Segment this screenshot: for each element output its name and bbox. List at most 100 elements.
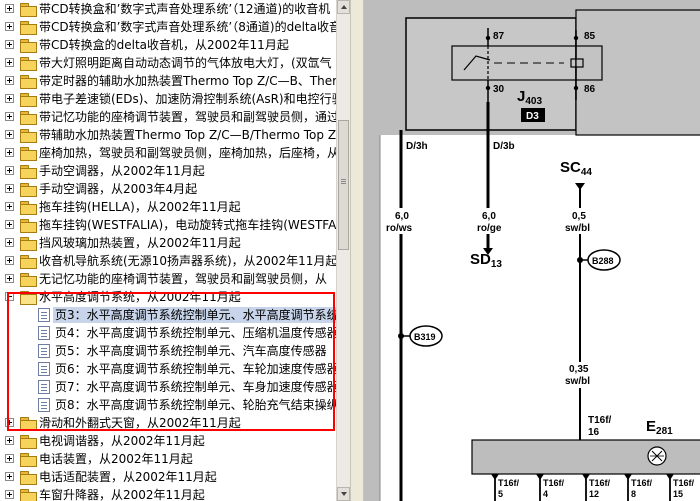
tree-folder-item[interactable]: 带CD转换盒和’数字式声音处理系统’（12通道)的收音机: [0, 0, 336, 18]
expand-icon[interactable]: [5, 454, 14, 463]
expand-icon[interactable]: [5, 76, 14, 85]
tree-item-label: 带CD转换盒的delta收音机，从2002年11月起: [39, 38, 289, 52]
expand-icon[interactable]: [5, 112, 14, 121]
page-icon: [38, 326, 50, 340]
left-strip: [364, 0, 380, 501]
svg-text:12: 12: [589, 489, 599, 499]
svg-text:T16f/: T16f/: [673, 478, 695, 488]
tree-folder-item[interactable]: 收音机导航系统(无源10扬声器系统)，从2002年11月起: [0, 252, 336, 270]
tree-folder-item[interactable]: 带辅助水加热装置Thermo Top Z/C—B/Thermo Top Z: [0, 126, 336, 144]
pin-87-label: 87: [493, 31, 505, 42]
terminal-4: T16f/ 8: [624, 474, 653, 501]
folder-icon: [20, 93, 37, 107]
tree-item-label: 带电子差速锁(EDs)、加速防滑控制系统(AsR)和电控行驶: [39, 92, 336, 106]
expand-icon[interactable]: [5, 148, 14, 157]
tree-folder-item[interactable]: 带电子差速锁(EDs)、加速防滑控制系统(AsR)和电控行驶: [0, 90, 336, 108]
tree-folder-item[interactable]: 手动空调器，从2003年4月起: [0, 180, 336, 198]
tree-folder-item[interactable]: 滑动和外翻式天窗，从2002年11月起: [0, 414, 336, 432]
tree-folder-item[interactable]: 带记忆功能的座椅调节装置，驾驶员和副驾驶员侧，通过: [0, 108, 336, 126]
expand-icon[interactable]: [5, 490, 14, 499]
relay-slot-label: D3: [526, 111, 539, 122]
expand-icon[interactable]: [5, 130, 14, 139]
tree-item-label: 带大灯照明距离自动动态调节的气体放电大灯，(双氙气: [39, 56, 332, 70]
tree-folder-item[interactable]: 挡风玻璃加热装置，从2002年11月起: [0, 234, 336, 252]
expand-icon[interactable]: [5, 4, 14, 13]
tree-item-label: 车窗升降器，从2002年11月起: [39, 488, 205, 501]
scroll-up-button[interactable]: [337, 0, 350, 14]
pin-85-label: 85: [584, 31, 596, 42]
folder-icon: [20, 291, 37, 305]
tree-folder-item[interactable]: 电话适配装置，从2002年11月起: [0, 468, 336, 486]
scroll-down-button[interactable]: [337, 487, 350, 501]
expand-icon[interactable]: [5, 256, 14, 265]
expand-icon[interactable]: [5, 436, 14, 445]
tree-item-label: 页8：水平高度调节系统控制单元、轮胎充气结束操纵: [55, 398, 336, 412]
tree-item-label: 带定时器的辅助水加热装置Thermo Top Z/C—B、Ther: [39, 74, 336, 88]
folder-icon: [20, 3, 37, 17]
pin-30-label: 30: [493, 84, 505, 95]
svg-text:15: 15: [673, 489, 683, 499]
expand-icon[interactable]: [5, 22, 14, 31]
folder-icon: [20, 39, 37, 53]
expand-icon[interactable]: [5, 58, 14, 67]
tree-list: 带CD转换盒和’数字式声音处理系统’（12通道)的收音机带CD转换盒和’数字式声…: [0, 0, 336, 501]
expand-icon[interactable]: [5, 166, 14, 175]
page-icon: [38, 398, 50, 412]
expand-icon[interactable]: [5, 418, 14, 427]
schematic-svg: 87 85 30 86 J403 D3 D/3h 6,0 ro/ws D/3b …: [364, 0, 700, 501]
tree-folder-item[interactable]: 带CD转换盒的delta收音机，从2002年11月起: [0, 36, 336, 54]
tree-folder-item[interactable]: 车窗升降器，从2002年11月起: [0, 486, 336, 501]
relay-housing-right: [575, 9, 700, 136]
collapse-icon[interactable]: [5, 292, 14, 301]
tree-folder-item[interactable]: 拖车挂钩(HELLA)，从2002年11月起: [0, 198, 336, 216]
tree-page-item[interactable]: 页8：水平高度调节系统控制单元、轮胎充气结束操纵: [0, 396, 336, 414]
tree-folder-item[interactable]: 水平高度调节系统，从2002年11月起: [0, 288, 336, 306]
tree-folder-item[interactable]: 带CD转换盒和’数字式声音处理系统’（8通道)的delta收音机: [0, 18, 336, 36]
terminal-3: T16f/ 12: [582, 474, 611, 501]
wire-d3b-color: ro/ge: [477, 223, 502, 234]
wire-d3h-color: ro/ws: [386, 223, 413, 234]
expand-icon[interactable]: [5, 184, 14, 193]
tree-folder-item[interactable]: 无记忆功能的座椅调节装置，驾驶员和副驾驶员侧，从: [0, 270, 336, 288]
wire-d3h-gauge: 6,0: [395, 211, 409, 222]
wire-d3b-tag: D/3b: [493, 141, 515, 152]
tree-folder-item[interactable]: 座椅加热，驾驶员和副驾驶员侧，座椅加热，后座椅，从: [0, 144, 336, 162]
vertical-scrollbar[interactable]: [336, 0, 350, 501]
folder-icon: [20, 219, 37, 233]
tree-item-label: 带CD转换盒和’数字式声音处理系统’（8通道)的delta收音机: [39, 20, 336, 34]
terminal-1: T16f/ 5: [491, 474, 520, 501]
expand-icon[interactable]: [5, 220, 14, 229]
pane-splitter[interactable]: [350, 0, 364, 501]
relay-housing: [405, 17, 577, 131]
tree-page-item[interactable]: 页7：水平高度调节系统控制单元、车身加速度传感器: [0, 378, 336, 396]
tree-item-label: 手动空调器，从2002年11月起: [39, 164, 205, 178]
expand-icon[interactable]: [5, 94, 14, 103]
expand-icon[interactable]: [5, 472, 14, 481]
tree-folder-item[interactable]: 带大灯照明距离自动动态调节的气体放电大灯，(双氙气: [0, 54, 336, 72]
folder-icon: [20, 417, 37, 431]
expand-icon[interactable]: [5, 40, 14, 49]
tree-folder-item[interactable]: 带定时器的辅助水加热装置Thermo Top Z/C—B、Ther: [0, 72, 336, 90]
expand-icon[interactable]: [5, 202, 14, 211]
tree-page-item[interactable]: 页6：水平高度调节系统控制单元、车轮加速度传感器: [0, 360, 336, 378]
folder-icon: [20, 183, 37, 197]
tree-folder-item[interactable]: 电话装置，从2002年11月起: [0, 450, 336, 468]
scroll-thumb[interactable]: [338, 120, 349, 250]
svg-text:T16f/: T16f/: [631, 478, 653, 488]
tree-item-label: 电话适配装置，从2002年11月起: [39, 470, 217, 484]
tree-page-item[interactable]: 页4：水平高度调节系统控制单元、压缩机温度传感器: [0, 324, 336, 342]
tree-item-label: 拖车挂钩(HELLA)，从2002年11月起: [39, 200, 241, 214]
folder-icon: [20, 165, 37, 179]
svg-text:T16f/: T16f/: [498, 478, 520, 488]
tree-folder-item[interactable]: 拖车挂钩(WESTFALIA)，电动旋转式拖车挂钩(WESTFA: [0, 216, 336, 234]
tree-folder-item[interactable]: 手动空调器，从2002年11月起: [0, 162, 336, 180]
wire-sc44-gauge: 0,5: [572, 211, 586, 222]
tree-page-item[interactable]: 页3：水平高度调节系统控制单元、水平高度调节系统: [0, 306, 336, 324]
expand-icon[interactable]: [5, 238, 14, 247]
folder-icon: [20, 255, 37, 269]
tree-page-item[interactable]: 页5：水平高度调节系统控制单元、汽车高度传感器: [0, 342, 336, 360]
folder-icon: [20, 111, 37, 125]
expand-icon[interactable]: [5, 274, 14, 283]
tree-item-label: 座椅加热，驾驶员和副驾驶员侧，座椅加热，后座椅，从: [39, 146, 336, 160]
tree-folder-item[interactable]: 电视调谐器，从2002年11月起: [0, 432, 336, 450]
